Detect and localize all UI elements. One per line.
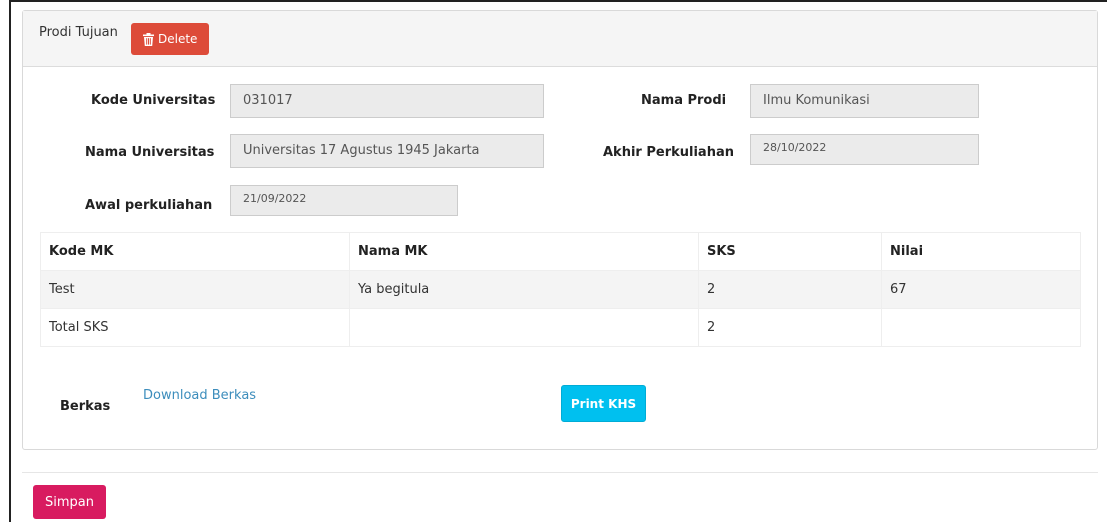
cell-nama-mk: Ya begitula bbox=[349, 270, 699, 309]
cell-kode-mk: Test bbox=[40, 270, 350, 309]
cell-sks: 2 bbox=[698, 270, 882, 309]
total-sks-label: Total SKS bbox=[40, 308, 350, 347]
col-nama-mk: Nama MK bbox=[349, 232, 699, 271]
akhir-perkuliahan-field[interactable]: 28/10/2022 bbox=[750, 134, 979, 165]
nama-universitas-label: Nama Universitas bbox=[85, 145, 215, 160]
total-row: Total SKS 2 bbox=[40, 308, 1081, 347]
berkas-label: Berkas bbox=[60, 399, 111, 414]
awal-perkuliahan-label: Awal perkuliahan bbox=[85, 198, 213, 213]
panel-title: Prodi Tujuan bbox=[39, 25, 118, 40]
delete-button-label: Delete bbox=[158, 32, 198, 46]
akhir-perkuliahan-label: Akhir Perkuliahan bbox=[603, 145, 734, 160]
prodi-tujuan-panel: Prodi Tujuan Delete Kode Universitas 031… bbox=[22, 10, 1098, 450]
kode-universitas-label: Kode Universitas bbox=[91, 93, 216, 108]
nama-prodi-field[interactable]: Ilmu Komunikasi bbox=[750, 84, 979, 118]
total-empty-cell bbox=[349, 308, 699, 347]
delete-button[interactable]: Delete bbox=[131, 23, 210, 55]
cell-nilai: 67 bbox=[881, 270, 1081, 309]
total-empty-cell bbox=[881, 308, 1081, 347]
kode-universitas-field[interactable]: 031017 bbox=[230, 84, 544, 118]
col-sks: SKS bbox=[698, 232, 882, 271]
print-khs-button[interactable]: Print KHS bbox=[561, 385, 646, 422]
simpan-button[interactable]: Simpan bbox=[33, 485, 106, 519]
panel-header: Prodi Tujuan Delete bbox=[23, 11, 1097, 67]
awal-perkuliahan-field[interactable]: 21/09/2022 bbox=[230, 185, 458, 216]
col-nilai: Nilai bbox=[881, 232, 1081, 271]
download-berkas-link[interactable]: Download Berkas bbox=[143, 388, 256, 403]
nama-prodi-label: Nama Prodi bbox=[641, 93, 727, 108]
mata-kuliah-table: Kode MK Nama MK SKS Nilai Test Ya begitu… bbox=[40, 232, 1081, 347]
total-sks-value: 2 bbox=[698, 308, 882, 347]
nama-universitas-field[interactable]: Universitas 17 Agustus 1945 Jakarta bbox=[230, 134, 544, 168]
col-kode-mk: Kode MK bbox=[40, 232, 350, 271]
footer-divider bbox=[22, 472, 1098, 473]
table-header-row: Kode MK Nama MK SKS Nilai bbox=[40, 232, 1081, 271]
table-row: Test Ya begitula 2 67 bbox=[40, 270, 1081, 309]
trash-icon bbox=[143, 32, 154, 46]
